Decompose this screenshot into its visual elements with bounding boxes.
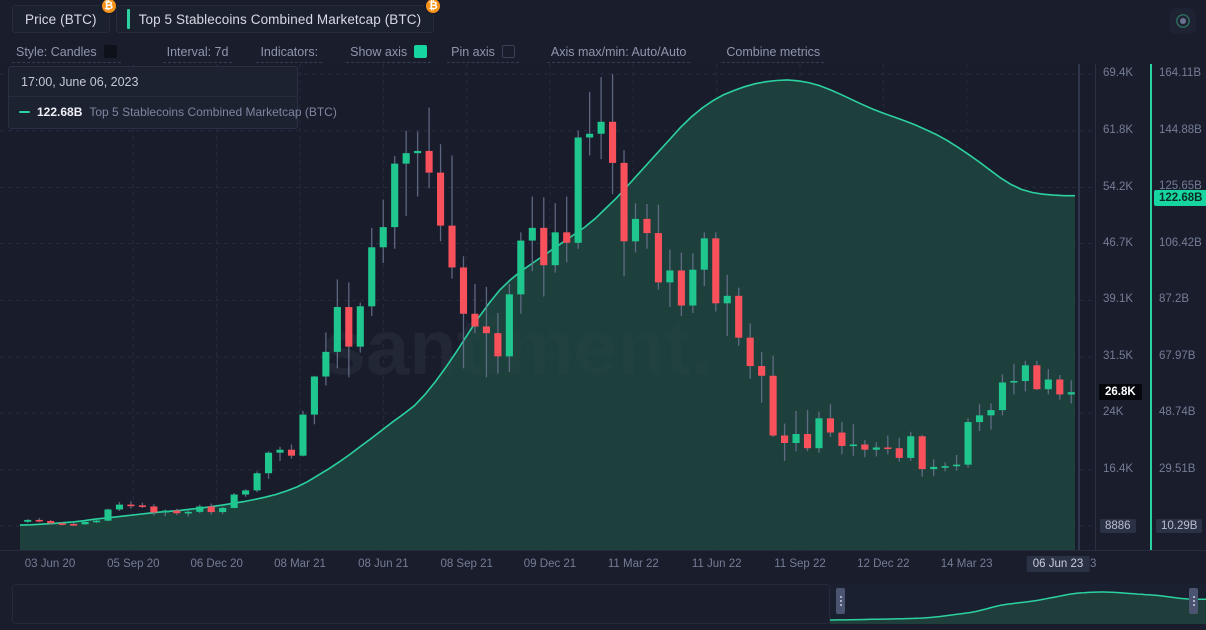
style-control[interactable]: Style: Candles	[12, 41, 121, 63]
combine-metrics-label: Combine metrics	[726, 44, 821, 59]
price-axis-tick: 61.8K	[1103, 123, 1134, 136]
time-axis-tick: 03 Jun 20	[24, 558, 76, 570]
metric-tab-stablecoins-label: Top 5 Stablecoins Combined Marketcap (BT…	[138, 11, 422, 27]
chart-plot-area[interactable]: santiment.	[0, 64, 1095, 550]
style-label: Style: Candles	[16, 44, 97, 59]
marketcap-axis-tick: 29.51B	[1159, 462, 1196, 475]
handle-dot	[839, 604, 842, 606]
time-axis-tick: 11 Mar 22	[607, 558, 659, 570]
indicators-control[interactable]: Indicators:	[256, 41, 323, 63]
chart-application: Price (BTC) ₿ Top 5 Stablecoins Combined…	[0, 0, 1206, 630]
show-axis-checkbox[interactable]	[414, 45, 428, 58]
time-axis-tick: 12 Dec 22	[857, 558, 910, 570]
time-axis[interactable]: 03 Jun 20 05 Sep 20 06 Dec 20 08 Mar 21 08 J…	[0, 550, 1206, 578]
marketcap-axis-tick: 144.88B	[1159, 123, 1202, 136]
metric-tab-price-label: Price (BTC)	[25, 11, 97, 27]
combine-metrics-control[interactable]: Combine metrics	[722, 41, 825, 63]
time-axis-tick: 08 Sep 21	[440, 558, 493, 570]
show-axis-control[interactable]: Show axis	[346, 41, 432, 63]
tooltip-series-marker-icon	[19, 111, 30, 113]
metric-tabs-row: Price (BTC) ₿ Top 5 Stablecoins Combined…	[0, 0, 1206, 38]
time-axis-tick: 11 Jun 22	[691, 558, 742, 570]
navigator-empty-region	[12, 584, 830, 624]
metric-tab-stablecoins[interactable]: Top 5 Stablecoins Combined Marketcap (BT…	[115, 0, 443, 33]
marketcap-axis-tick: 10.29B	[1156, 519, 1203, 533]
time-axis-tick: 08 Jun 21	[358, 558, 409, 570]
price-axis-tick: 46.7K	[1103, 236, 1134, 249]
marketcap-axis[interactable]: 164.11B 144.88B 125.65B 106.42B 87.2B 67.97B 4…	[1150, 64, 1206, 550]
axis-maxmin-label: Axis max/min: Auto/Auto	[550, 44, 687, 59]
bitcoin-coin-badge: ₿	[424, 0, 443, 15]
price-axis-tick: 54.2K	[1103, 180, 1134, 193]
gear-icon-svg	[1176, 14, 1190, 28]
gear-icon[interactable]	[1170, 8, 1196, 34]
marketcap-axis-tick: 67.97B	[1159, 349, 1196, 362]
bitcoin-coin-badge: ₿	[99, 0, 118, 15]
tooltip-series-value: 122.68B	[37, 105, 83, 119]
chart-svg: santiment.	[0, 64, 1095, 550]
price-axis-tick: 39.1K	[1103, 293, 1134, 306]
handle-dot	[1192, 600, 1195, 602]
handle-dot	[1192, 604, 1195, 606]
time-axis-tick: 14 Mar 23	[940, 558, 993, 570]
brush-handle-right[interactable]	[1189, 588, 1198, 614]
interval-control[interactable]: Interval: 7d	[162, 41, 233, 63]
price-axis-tick: 24K	[1103, 406, 1124, 419]
time-axis-tick: 09 Dec 21	[523, 558, 577, 570]
indicators-label: Indicators:	[260, 44, 319, 59]
price-axis[interactable]: 69.4K 61.8K 54.2K 46.7K 39.1K 31.5K 24K 16.4K 88…	[1095, 64, 1150, 550]
pin-axis-label: Pin axis	[451, 44, 495, 59]
pin-axis-checkbox[interactable]	[501, 45, 515, 58]
price-axis-tick: 8886	[1100, 519, 1136, 533]
pin-axis-control[interactable]: Pin axis	[447, 41, 519, 63]
marketcap-axis-tick: 164.11B	[1159, 67, 1201, 79]
time-cursor-badge: 06 Jun 23	[1026, 556, 1090, 572]
price-axis-tick: 31.5K	[1103, 350, 1134, 363]
tooltip-series-row: 122.68B Top 5 Stablecoins Combined Marke…	[9, 97, 337, 128]
handle-dot	[839, 596, 842, 598]
chart-tooltip: 17:00, June 06, 2023 122.68B Top 5 Stabl…	[8, 66, 337, 129]
navigator-chart[interactable]	[830, 584, 1206, 624]
axis-maxmin-control[interactable]: Axis max/min: Auto/Auto	[546, 41, 691, 63]
price-axis-tick: 16.4K	[1103, 462, 1134, 475]
chart-navigator[interactable]	[0, 582, 1206, 628]
marketcap-cursor-value-badge: 122.68B	[1154, 189, 1206, 206]
metric-tab-price[interactable]: Price (BTC) ₿	[12, 0, 118, 33]
brush-handle-left[interactable]	[836, 588, 845, 614]
handle-dot	[1192, 596, 1195, 598]
style-swatch[interactable]	[103, 45, 117, 58]
price-cursor-value-badge: 26.8K	[1099, 384, 1142, 401]
tooltip-date: 17:00, June 06, 2023	[9, 67, 297, 97]
metric-color-indicator	[126, 9, 130, 29]
marketcap-axis-tick: 106.42B	[1159, 236, 1202, 249]
marketcap-axis-tick: 87.2B	[1159, 293, 1190, 305]
price-axis-tick: 69.4K	[1103, 67, 1134, 79]
time-axis-tick: 11 Sep 22	[774, 558, 826, 570]
marketcap-axis-tick: 48.74B	[1159, 406, 1196, 418]
time-axis-tick: 08 Mar 21	[274, 558, 326, 570]
time-axis-tick: 05 Sep 20	[107, 558, 160, 570]
time-axis-tick: 06 Dec 20	[190, 558, 243, 570]
show-axis-label: Show axis	[350, 44, 408, 59]
navigator-svg	[830, 591, 1206, 624]
chart-toolbar: Style: Candles Interval: 7d Indicators: …	[0, 40, 1206, 64]
interval-label: Interval: 7d	[166, 44, 229, 59]
handle-dot	[839, 600, 842, 602]
tooltip-series-name: Top 5 Stablecoins Combined Marketcap (BT…	[89, 105, 337, 119]
